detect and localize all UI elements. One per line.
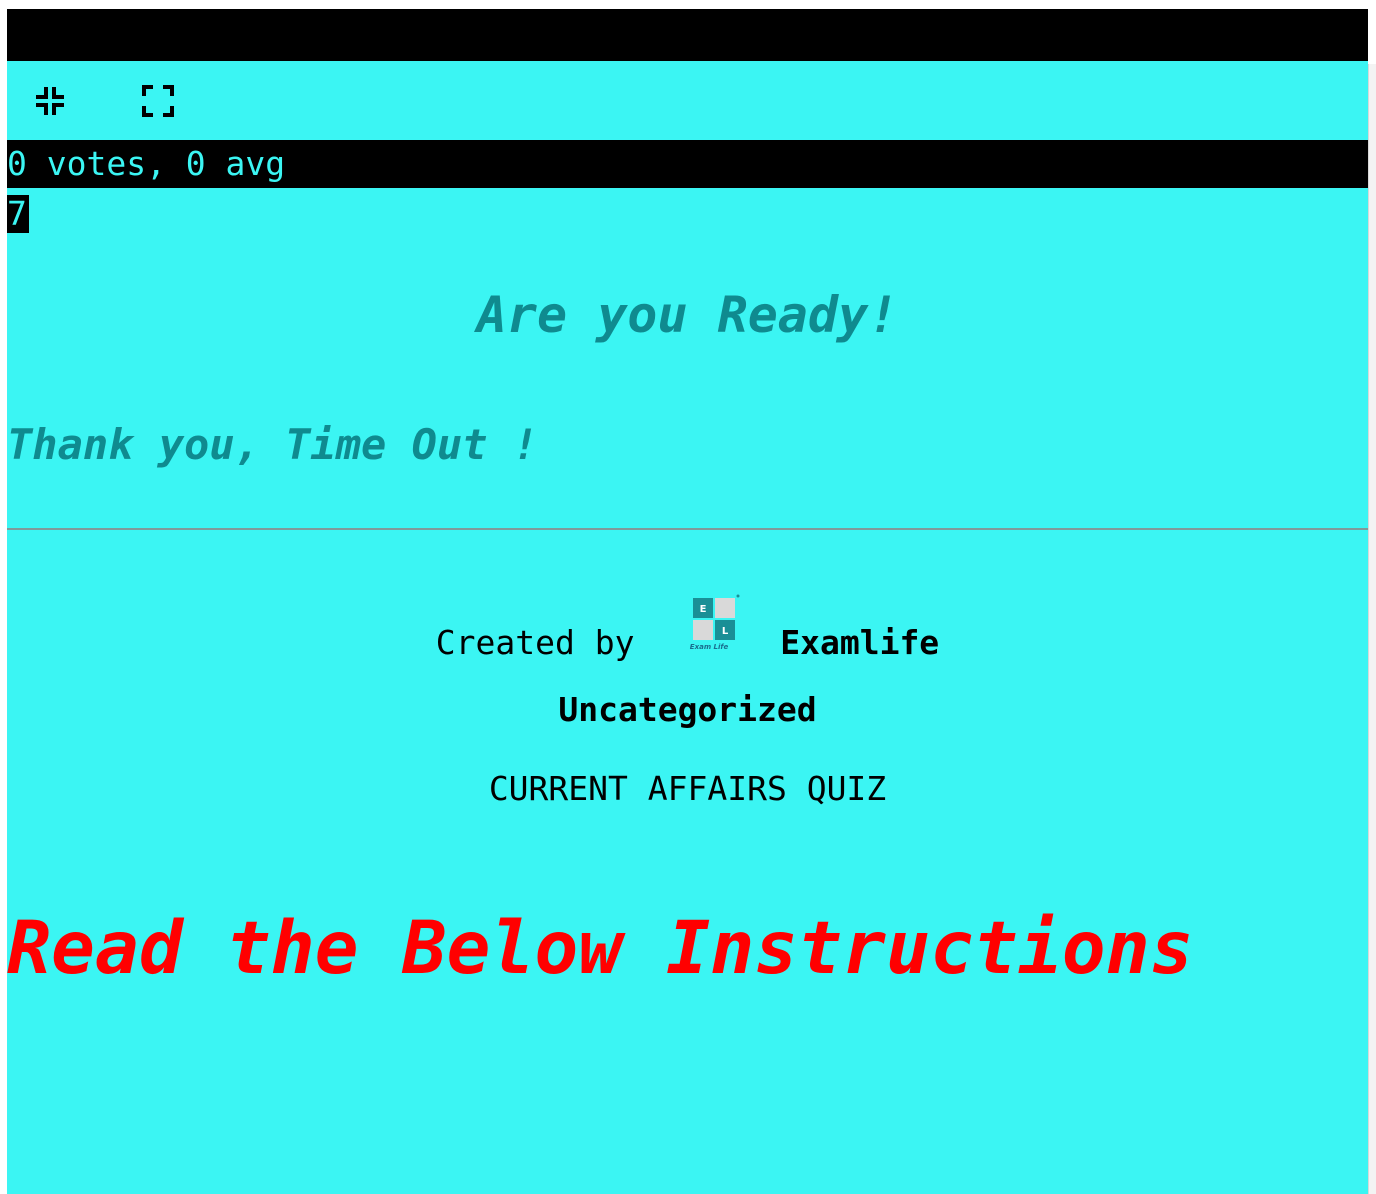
instructions-heading: Read the Below Instructions bbox=[7, 906, 1194, 991]
quiz-creator: Created by E L Exam Life Examlife bbox=[7, 594, 1368, 667]
ready-heading: Are you Ready! bbox=[476, 286, 899, 344]
logo-caption: Exam Life bbox=[690, 643, 729, 651]
logo-letter-l: L bbox=[722, 626, 729, 637]
quiz-top-bar bbox=[7, 9, 1368, 61]
quiz-container: 0 votes, 0 avg 7 Are you Ready! Thank yo… bbox=[7, 9, 1368, 1194]
quiz-title: CURRENT AFFAIRS QUIZ bbox=[488, 769, 887, 808]
side-panel-edge bbox=[1368, 64, 1376, 1194]
created-by-label: Created by bbox=[435, 623, 635, 662]
creator-name: Examlife bbox=[780, 623, 940, 662]
page-frame: 0 votes, 0 avg 7 Are you Ready! Thank yo… bbox=[0, 0, 1376, 1194]
fullscreen-enter-icon[interactable] bbox=[141, 84, 175, 118]
rating-bar: 0 votes, 0 avg bbox=[7, 140, 1368, 188]
fullscreen-controls bbox=[7, 61, 1368, 141]
timeout-message: Thank you, Time Out ! bbox=[7, 420, 539, 469]
fullscreen-exit-icon[interactable] bbox=[33, 84, 67, 118]
quiz-category: Uncategorized bbox=[558, 690, 817, 729]
countdown-timer: 7 bbox=[7, 194, 29, 233]
examlife-logo-icon: E L Exam Life bbox=[676, 594, 742, 660]
divider bbox=[7, 528, 1368, 530]
logo-letter-e: E bbox=[700, 604, 707, 615]
rating-text: 0 votes, 0 avg bbox=[7, 144, 286, 183]
